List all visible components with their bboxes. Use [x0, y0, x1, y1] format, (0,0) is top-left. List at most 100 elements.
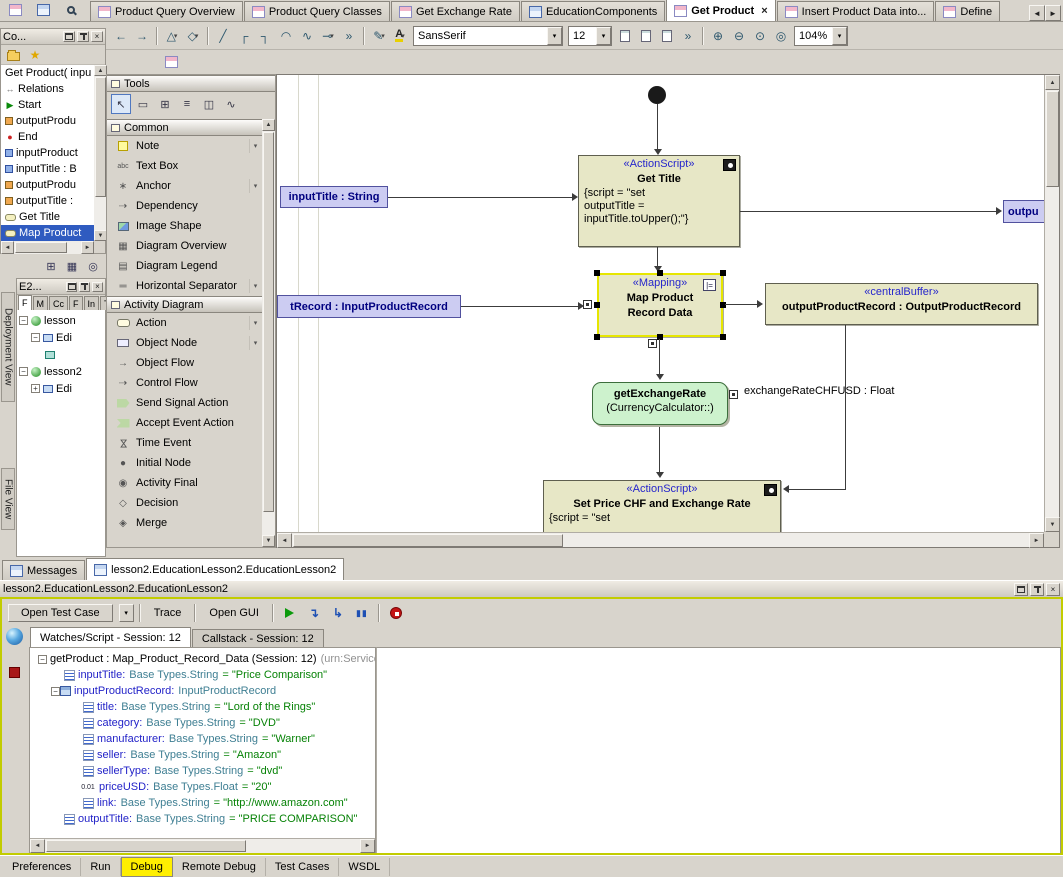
object-flow-edge[interactable] [845, 325, 846, 489]
close-icon[interactable]: × [92, 282, 103, 292]
zoom-actual-icon[interactable]: ◎ [771, 26, 791, 46]
palette-item-text-box[interactable]: abcText Box [107, 156, 264, 176]
freeform-tool-icon[interactable]: ∿ [297, 26, 317, 46]
palette-item-activity-final[interactable]: ◉Activity Final [107, 473, 264, 493]
e2-tab[interactable]: Cc [49, 296, 68, 310]
palette-item-anchor[interactable]: ∗Anchor▾ [107, 176, 264, 196]
elbow-line-tool-icon[interactable]: ┐ [255, 26, 275, 46]
float-panel-icon[interactable] [66, 282, 77, 292]
tab-watches-script[interactable]: Watches/Script - Session: 12 [30, 627, 191, 647]
watch-row-manufacturer[interactable]: manufacturer:Base Types.String= "Warner" [30, 731, 375, 747]
tab-insert-product-data[interactable]: Insert Product Data into... [777, 1, 935, 21]
object-flow-edge[interactable] [789, 489, 846, 490]
watch-root-row[interactable]: −getProduct : Map_Product_Record_Data (S… [30, 651, 375, 667]
tab-lesson2-debugger[interactable]: lesson2.EducationLesson2.EducationLesson… [86, 558, 344, 580]
scrollbar-thumb[interactable] [263, 132, 274, 512]
chevron-down-icon[interactable]: ▾ [249, 279, 261, 293]
expand-all-icon[interactable]: ⊞ [42, 257, 60, 275]
tab-scroll-right-icon[interactable]: ► [1045, 5, 1061, 21]
grid-tool-icon[interactable]: ⊞ [155, 94, 175, 114]
e2-tab[interactable]: In [84, 296, 100, 310]
chevron-down-icon[interactable]: ▾ [596, 27, 611, 45]
collapse-icon[interactable]: − [19, 367, 28, 376]
e2-tab[interactable]: M [33, 296, 49, 310]
scroll-down-icon[interactable]: ▼ [262, 535, 275, 547]
selection-handle[interactable] [594, 270, 600, 276]
copy-page-icon[interactable] [636, 26, 656, 46]
forward-icon[interactable]: → [132, 26, 152, 46]
pin-icon[interactable] [1030, 583, 1044, 596]
palette-item-accept-event[interactable]: Accept Event Action [107, 413, 264, 433]
test-case-dropdown-icon[interactable]: ▾ [119, 604, 134, 622]
freehand-tool-icon[interactable]: ∿ [221, 94, 241, 114]
palette-section-activity[interactable]: Activity Diagram [107, 296, 264, 313]
control-flow-edge[interactable] [657, 104, 658, 149]
control-flow-edge[interactable] [659, 339, 660, 375]
tree-item-edi2[interactable]: +Edi [17, 380, 105, 397]
object-flow-edge[interactable] [461, 306, 581, 307]
palette-scrollbar[interactable]: ▲ ▼ [262, 119, 275, 547]
font-family-select[interactable]: SansSerif ▾ [413, 26, 563, 46]
close-icon[interactable]: × [761, 5, 767, 17]
watch-row-output-title[interactable]: outputTitle:Base Types.String= "PRICE CO… [30, 811, 375, 827]
chevron-down-icon[interactable]: ▾ [547, 27, 562, 45]
scroll-up-icon[interactable]: ▲ [1045, 75, 1060, 90]
action-get-title[interactable]: «ActionScript» Get Title {script = "set … [578, 155, 740, 247]
connection-port[interactable] [583, 300, 592, 309]
scrollbar-thumb[interactable] [95, 77, 106, 197]
status-tab-remote-debug[interactable]: Remote Debug [173, 858, 266, 876]
back-icon[interactable]: ← [111, 26, 131, 46]
palette-item-merge[interactable]: ◈Merge [107, 513, 264, 533]
selection-handle[interactable] [720, 302, 726, 308]
watch-row-seller[interactable]: seller:Base Types.String= "Amazon" [30, 747, 375, 763]
status-tab-test-cases[interactable]: Test Cases [266, 858, 339, 876]
tree-item-get-product[interactable]: Get Product( inpu [1, 65, 94, 81]
tab-callstack[interactable]: Callstack - Session: 12 [192, 629, 324, 647]
status-tab-debug[interactable]: Debug [121, 857, 173, 877]
action-set-price-chf[interactable]: «ActionScript» Set Price CHF and Exchang… [543, 480, 781, 532]
shape-tool-icon[interactable]: ▭ [133, 94, 153, 114]
tree-item-output-pin[interactable]: outputProdu [1, 113, 94, 129]
pen-tool-icon[interactable]: ✎▾ [369, 26, 389, 46]
diagram-surface[interactable]: «ActionScript» Get Title {script = "set … [277, 75, 1044, 532]
chevron-down-icon[interactable]: ▾ [249, 179, 261, 193]
scroll-left-icon[interactable]: ◄ [277, 533, 292, 548]
search-icon[interactable] [60, 0, 82, 21]
watch-row-price-usd[interactable]: 0.01priceUSD:Base Types.Float= "20" [30, 779, 375, 795]
toolbar-overflow-icon[interactable]: » [678, 26, 698, 46]
tab-get-product[interactable]: Get Product× [666, 0, 775, 21]
object-flow-edge[interactable] [740, 211, 997, 212]
watch-row-input-title[interactable]: inputTitle:Base Types.String= "Price Com… [30, 667, 375, 683]
connection-port[interactable] [648, 339, 657, 348]
tab-messages[interactable]: Messages [2, 560, 85, 580]
collapse-icon[interactable]: − [51, 687, 60, 696]
expand-icon[interactable]: + [31, 384, 40, 393]
scrollbar-thumb[interactable] [15, 242, 67, 253]
tree-item-lesson2[interactable]: −lesson2 [17, 363, 105, 380]
session-icon[interactable] [6, 628, 23, 645]
float-panel-icon[interactable] [1014, 583, 1028, 596]
pin-icon[interactable] [77, 31, 89, 42]
palette-item-horizontal-separator[interactable]: ═Horizontal Separator▾ [107, 276, 264, 296]
watch-row-category[interactable]: category:Base Types.String= "DVD" [30, 715, 375, 731]
tree-item-output-record[interactable]: outputProdu [1, 177, 94, 193]
font-size-select[interactable]: 12 ▾ [568, 26, 612, 46]
open-folder-icon[interactable] [4, 47, 22, 63]
node-tool-icon[interactable]: ◇▾ [183, 26, 203, 46]
terminate-icon[interactable] [385, 602, 407, 624]
open-test-case-button[interactable]: Open Test Case [8, 604, 113, 622]
e2-tab[interactable]: F [69, 296, 83, 310]
palette-item-time-event[interactable]: ⋈Time Event [107, 433, 264, 453]
chevron-down-icon[interactable]: ▾ [832, 27, 847, 45]
chevron-down-icon[interactable]: ▾ [249, 316, 261, 330]
shape-tool-icon[interactable]: △▾ [162, 26, 182, 46]
run-icon[interactable] [279, 602, 301, 624]
close-icon[interactable]: × [1046, 583, 1060, 596]
step-into-icon[interactable]: ↴ [303, 602, 325, 624]
selection-handle[interactable] [720, 334, 726, 340]
tree-item-sub[interactable] [17, 346, 105, 363]
connection-port[interactable] [729, 390, 738, 399]
palette-item-note[interactable]: Note▾ [107, 136, 264, 156]
zoom-fit-icon[interactable]: ⊙ [750, 26, 770, 46]
object-flow-edge[interactable] [725, 304, 758, 305]
